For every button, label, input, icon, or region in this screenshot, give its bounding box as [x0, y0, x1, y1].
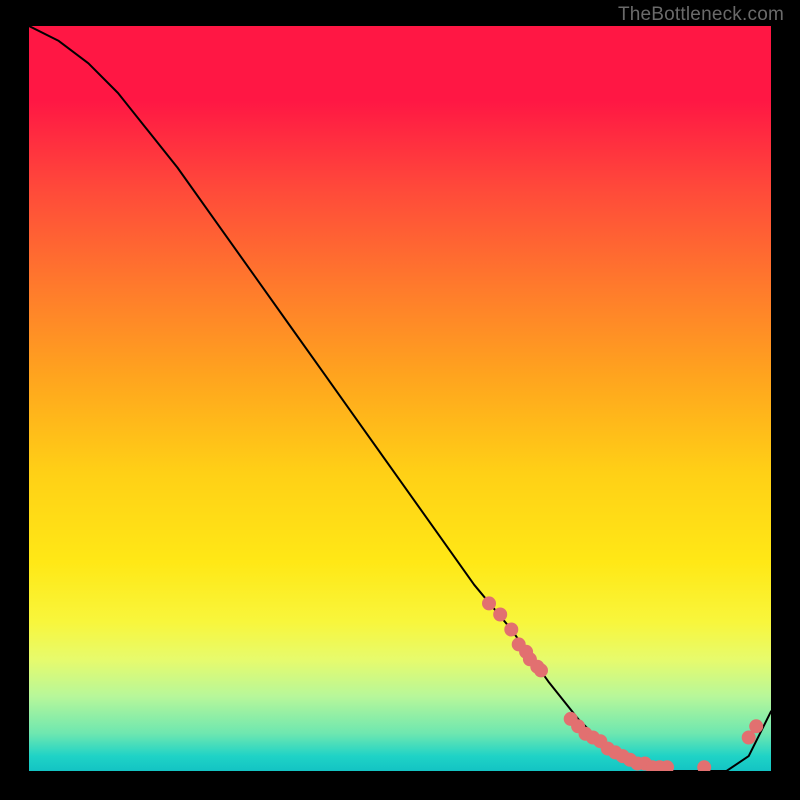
highlight-point — [505, 623, 518, 636]
plot-area — [29, 26, 771, 771]
chart-svg — [29, 26, 771, 771]
highlight-point — [750, 720, 763, 733]
highlight-point — [661, 761, 674, 771]
watermark-text: TheBottleneck.com — [618, 4, 784, 26]
highlight-point — [742, 731, 755, 744]
highlight-point — [535, 664, 548, 677]
highlight-point — [494, 608, 507, 621]
highlight-point — [483, 597, 496, 610]
chart-container: TheBottleneck.com — [0, 0, 800, 800]
bottleneck-curve-line — [29, 26, 771, 771]
highlight-point — [698, 761, 711, 771]
highlight-points-group — [483, 597, 763, 771]
